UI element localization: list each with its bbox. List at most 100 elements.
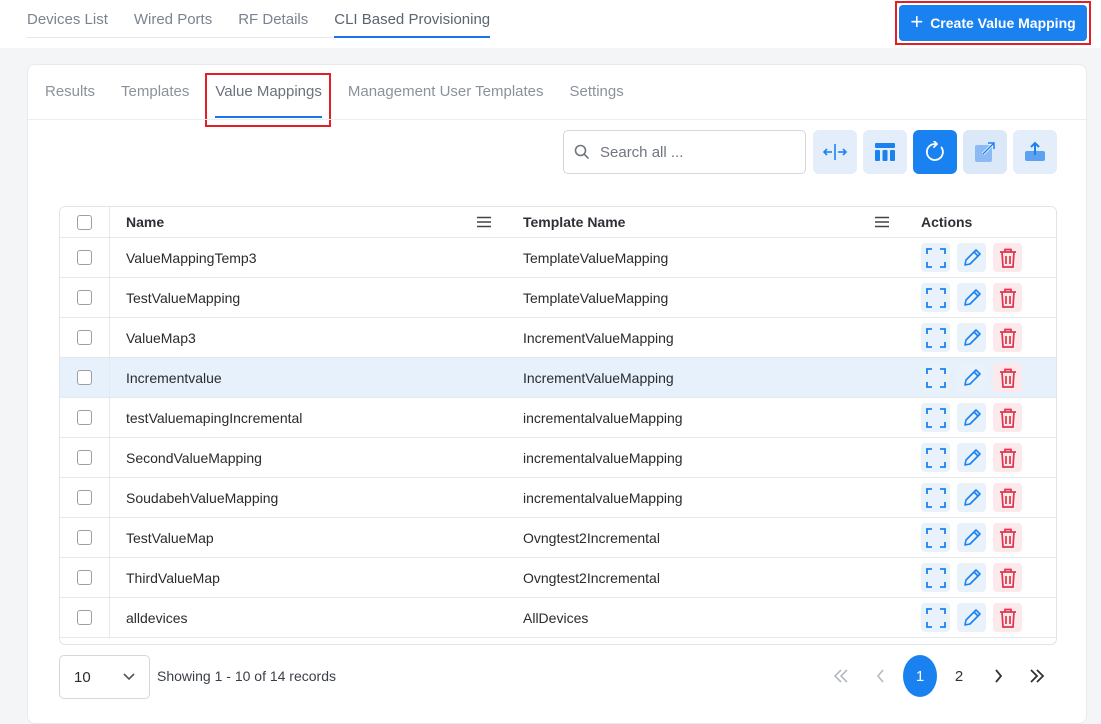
view-button[interactable] bbox=[921, 323, 950, 352]
columns-button[interactable] bbox=[863, 130, 907, 174]
tab-settings[interactable]: Settings bbox=[570, 65, 624, 119]
table-row[interactable]: Incrementvalue IncrementValueMapping bbox=[60, 358, 1056, 398]
delete-button[interactable] bbox=[993, 563, 1022, 592]
row-checkbox[interactable] bbox=[77, 570, 92, 585]
create-value-mapping-button[interactable]: + Create Value Mapping bbox=[899, 5, 1087, 41]
search-input[interactable] bbox=[598, 142, 778, 162]
chevron-right-icon bbox=[995, 669, 1003, 683]
select-all-checkbox[interactable] bbox=[77, 214, 92, 230]
delete-button[interactable] bbox=[993, 363, 1022, 392]
header-name[interactable]: Name bbox=[126, 207, 164, 237]
edit-button[interactable] bbox=[957, 563, 986, 592]
pencil-icon bbox=[961, 247, 983, 269]
trash-icon bbox=[998, 367, 1018, 389]
table-row[interactable]: testValuemapingIncremental incrementalval… bbox=[60, 398, 1056, 438]
template-name: Ovngtest2Incremental bbox=[523, 529, 660, 546]
delete-button[interactable] bbox=[993, 243, 1022, 272]
row-checkbox[interactable] bbox=[77, 450, 92, 465]
first-page-button[interactable] bbox=[824, 655, 858, 697]
export-button[interactable] bbox=[963, 130, 1007, 174]
tab-management-user-templates[interactable]: Management User Templates bbox=[348, 65, 544, 119]
row-checkbox[interactable] bbox=[77, 490, 92, 505]
edit-button[interactable] bbox=[957, 443, 986, 472]
edit-button[interactable] bbox=[957, 603, 986, 632]
delete-button[interactable] bbox=[993, 603, 1022, 632]
resize-columns-button[interactable] bbox=[813, 130, 857, 174]
template-name: IncrementValueMapping bbox=[523, 329, 674, 346]
template-column-menu-icon[interactable] bbox=[875, 215, 889, 231]
view-button[interactable] bbox=[921, 523, 950, 552]
next-page-button[interactable] bbox=[981, 655, 1015, 697]
refresh-button[interactable] bbox=[913, 130, 957, 174]
tab-devices-list[interactable]: Devices List bbox=[27, 0, 108, 38]
create-button-label: Create Value Mapping bbox=[930, 15, 1076, 31]
trash-icon bbox=[998, 407, 1018, 429]
table-row[interactable]: ThirdValueMap Ovngtest2Incremental bbox=[60, 558, 1056, 598]
row-actions bbox=[921, 358, 1022, 397]
row-checkbox[interactable] bbox=[77, 610, 92, 625]
view-button[interactable] bbox=[921, 603, 950, 632]
view-button[interactable] bbox=[921, 563, 950, 592]
last-page-button[interactable] bbox=[1020, 655, 1054, 697]
upload-button[interactable] bbox=[1013, 130, 1057, 174]
tab-results[interactable]: Results bbox=[45, 65, 95, 119]
tab-wired-ports[interactable]: Wired Ports bbox=[134, 0, 212, 38]
view-button[interactable] bbox=[921, 243, 950, 272]
row-checkbox-cell bbox=[60, 278, 110, 317]
edit-button[interactable] bbox=[957, 323, 986, 352]
tab-rf-details[interactable]: RF Details bbox=[238, 0, 308, 38]
delete-button[interactable] bbox=[993, 403, 1022, 432]
row-checkbox[interactable] bbox=[77, 250, 92, 265]
page-1-button[interactable]: 1 bbox=[903, 655, 937, 697]
header-checkbox-cell bbox=[60, 207, 110, 237]
edit-button[interactable] bbox=[957, 483, 986, 512]
table-row[interactable]: TestValueMapping TemplateValueMapping bbox=[60, 278, 1056, 318]
row-checkbox-cell bbox=[60, 238, 110, 277]
row-checkbox[interactable] bbox=[77, 370, 92, 385]
page-size-select[interactable]: 10 bbox=[59, 655, 150, 699]
delete-button[interactable] bbox=[993, 443, 1022, 472]
table-row[interactable]: SecondValueMapping incrementalvalueMappin… bbox=[60, 438, 1056, 478]
edit-button[interactable] bbox=[957, 243, 986, 272]
delete-button[interactable] bbox=[993, 323, 1022, 352]
expand-icon bbox=[925, 247, 946, 268]
pencil-icon bbox=[961, 567, 983, 589]
edit-button[interactable] bbox=[957, 523, 986, 552]
previous-page-button[interactable] bbox=[864, 655, 898, 697]
header-template-name[interactable]: Template Name bbox=[523, 207, 625, 237]
view-button[interactable] bbox=[921, 443, 950, 472]
edit-button[interactable] bbox=[957, 363, 986, 392]
row-checkbox[interactable] bbox=[77, 290, 92, 305]
page-2-button[interactable]: 2 bbox=[942, 655, 976, 697]
row-checkbox[interactable] bbox=[77, 530, 92, 545]
row-checkbox-cell bbox=[60, 318, 110, 357]
table-row[interactable]: ValueMap3 IncrementValueMapping bbox=[60, 318, 1056, 358]
delete-button[interactable] bbox=[993, 283, 1022, 312]
row-actions bbox=[921, 398, 1022, 437]
view-button[interactable] bbox=[921, 403, 950, 432]
table-row[interactable]: alldevices AllDevices bbox=[60, 598, 1056, 638]
delete-button[interactable] bbox=[993, 483, 1022, 512]
double-chevron-right-icon bbox=[1030, 669, 1045, 683]
view-button[interactable] bbox=[921, 283, 950, 312]
table-row[interactable]: TestValueMap Ovngtest2Incremental bbox=[60, 518, 1056, 558]
row-checkbox[interactable] bbox=[77, 410, 92, 425]
tab-cli-based-provisioning[interactable]: CLI Based Provisioning bbox=[334, 0, 491, 38]
tab-templates[interactable]: Templates bbox=[121, 65, 189, 119]
edit-button[interactable] bbox=[957, 403, 986, 432]
row-checkbox-cell bbox=[60, 478, 110, 517]
name-column-menu-icon[interactable] bbox=[477, 215, 491, 231]
pencil-icon bbox=[961, 607, 983, 629]
expand-icon bbox=[925, 487, 946, 508]
table-row[interactable]: SoudabehValueMapping incrementalvalueMapp… bbox=[60, 478, 1056, 518]
row-checkbox-cell bbox=[60, 558, 110, 597]
table-row[interactable]: ValueMappingTemp3 TemplateValueMapping bbox=[60, 238, 1056, 278]
row-checkbox-cell bbox=[60, 358, 110, 397]
view-button[interactable] bbox=[921, 363, 950, 392]
template-name: TemplateValueMapping bbox=[523, 249, 669, 266]
view-button[interactable] bbox=[921, 483, 950, 512]
delete-button[interactable] bbox=[993, 523, 1022, 552]
row-checkbox[interactable] bbox=[77, 330, 92, 345]
edit-button[interactable] bbox=[957, 283, 986, 312]
upload-icon bbox=[1025, 141, 1045, 161]
